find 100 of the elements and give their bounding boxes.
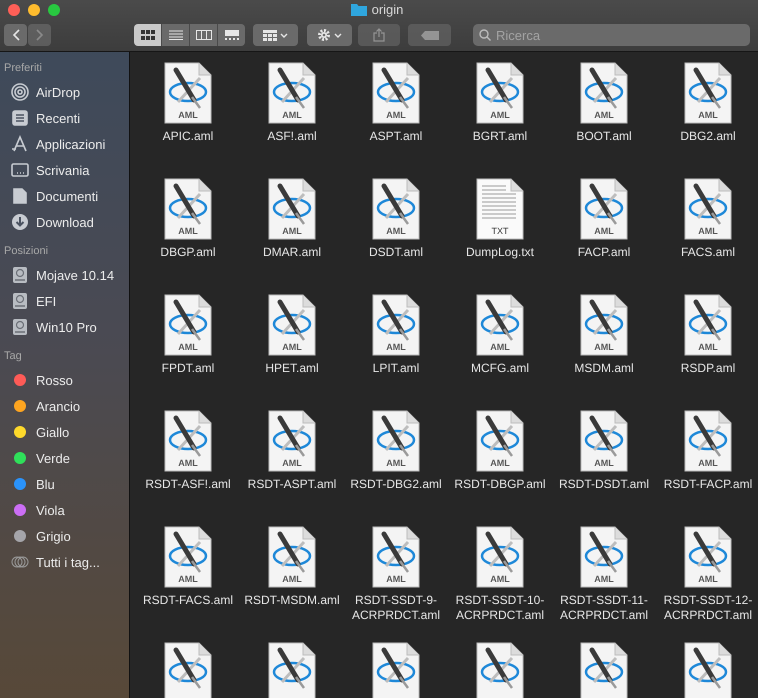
gear-icon <box>317 28 331 42</box>
zoom-button[interactable] <box>48 4 60 16</box>
sidebar-item[interactable]: Download <box>0 209 129 235</box>
aml-file-icon: AML <box>684 526 732 588</box>
grid-icon <box>263 30 277 40</box>
download-icon <box>11 213 29 231</box>
file-name[interactable]: RSDT-DSDT.aml <box>558 477 649 492</box>
file-name[interactable]: RSDT-SSDT-9-ACRPRDCT.aml <box>346 593 446 623</box>
file-name[interactable]: DBGP.aml <box>160 245 216 260</box>
desktop-icon <box>11 161 29 179</box>
sidebar-item[interactable]: Blu <box>0 471 129 497</box>
sidebar-item[interactable]: Scrivania <box>0 157 129 183</box>
applications-icon <box>11 135 29 153</box>
sidebar-item[interactable]: AirDrop <box>0 79 129 105</box>
aml-file-icon: AML <box>372 410 420 472</box>
aml-file-icon: AML <box>164 62 212 124</box>
aml-file-icon: AML <box>268 178 316 240</box>
aml-file-icon <box>684 642 732 698</box>
gallery-icon <box>224 30 240 40</box>
file-name[interactable]: DSDT.aml <box>368 245 423 260</box>
view-mode-button[interactable] <box>190 24 217 46</box>
file-name[interactable]: RSDP.aml <box>680 361 736 376</box>
action-button[interactable] <box>307 24 352 46</box>
sidebar-item[interactable]: Viola <box>0 497 129 523</box>
file-name[interactable]: RSDT-DBG2.aml <box>350 477 442 492</box>
aml-file-icon: AML <box>268 62 316 124</box>
folder-icon <box>350 3 367 16</box>
sidebar-item[interactable]: Grigio <box>0 523 129 549</box>
sidebar-item[interactable]: Verde <box>0 445 129 471</box>
view-mode-button[interactable] <box>134 24 161 46</box>
chevron-right-icon <box>36 29 44 41</box>
sidebar-item[interactable]: Recenti <box>0 105 129 131</box>
sidebar-item[interactable]: Documenti <box>0 183 129 209</box>
file-name[interactable]: FPDT.aml <box>162 361 214 376</box>
sidebar-item[interactable]: EFI <box>0 288 129 314</box>
sidebar-item[interactable]: Mojave 10.14 <box>0 262 129 288</box>
tag-icon <box>420 30 438 40</box>
file-name[interactable]: RSDT-SSDT-12-ACRPRDCT.aml <box>658 593 758 623</box>
search-field[interactable]: Ricerca <box>473 24 750 46</box>
view-mode-button[interactable] <box>218 24 245 46</box>
aml-file-icon: AML <box>372 294 420 356</box>
all-tags-icon <box>11 556 29 568</box>
aml-file-icon: AML <box>580 178 628 240</box>
file-name[interactable]: RSDT-DBGP.aml <box>454 477 546 492</box>
file-name[interactable]: BOOT.aml <box>576 129 632 144</box>
aml-file-icon <box>164 642 212 698</box>
close-button[interactable] <box>8 4 20 16</box>
view-mode-button[interactable] <box>162 24 189 46</box>
document-icon <box>11 187 29 205</box>
file-name[interactable]: RSDT-SSDT-10-ACRPRDCT.aml <box>450 593 550 623</box>
caret-icon <box>334 32 342 38</box>
file-name[interactable]: DumpLog.txt <box>466 245 534 260</box>
aml-file-icon: AML <box>372 62 420 124</box>
file-name[interactable]: DBG2.aml <box>680 129 736 144</box>
columns-icon <box>196 30 212 40</box>
share-button[interactable] <box>358 24 400 46</box>
file-name[interactable]: RSDT-MSDM.aml <box>244 593 340 608</box>
aml-file-icon: AML <box>684 178 732 240</box>
file-name[interactable]: RSDT-FACS.aml <box>142 593 233 608</box>
file-name[interactable]: BGRT.aml <box>472 129 528 144</box>
tag-button[interactable] <box>408 24 451 46</box>
sidebar-item[interactable]: Arancio <box>0 393 129 419</box>
sidebar-item[interactable]: Win10 Pro <box>0 314 129 340</box>
file-name[interactable]: MSDM.aml <box>574 361 634 376</box>
file-name[interactable]: HPET.aml <box>265 361 319 376</box>
aml-file-icon: AML <box>476 410 524 472</box>
sidebar-item[interactable]: Rosso <box>0 367 129 393</box>
text-file-icon: TXT <box>476 178 524 240</box>
file-name[interactable]: DMAR.aml <box>262 245 321 260</box>
file-name[interactable]: FACS.aml <box>680 245 735 260</box>
icon-grid-icon <box>140 30 154 40</box>
file-name[interactable]: FACP.aml <box>578 245 630 260</box>
aml-file-icon <box>372 642 420 698</box>
file-name[interactable]: ASF!.aml <box>267 129 317 144</box>
file-name[interactable]: RSDT-SSDT-11-ACRPRDCT.aml <box>554 593 654 623</box>
aml-file-icon: AML <box>476 62 524 124</box>
file-name[interactable]: LPIT.aml <box>372 361 420 376</box>
aml-file-icon: AML <box>164 526 212 588</box>
group-button[interactable] <box>253 24 298 46</box>
sidebar-item[interactable]: Giallo <box>0 419 129 445</box>
aml-file-icon: AML <box>268 294 316 356</box>
caret-icon <box>280 32 288 38</box>
back-button[interactable] <box>4 24 27 46</box>
aml-file-icon: AML <box>268 410 316 472</box>
clock-tray-icon <box>11 109 29 127</box>
file-name[interactable]: ASPT.aml <box>370 129 422 144</box>
aml-file-icon: AML <box>580 526 628 588</box>
file-name[interactable]: APIC.aml <box>162 129 214 144</box>
airdrop-icon <box>11 83 29 101</box>
file-name[interactable]: RSDT-FACP.aml <box>664 477 752 492</box>
sidebar-item[interactable]: Applicazioni <box>0 131 129 157</box>
minimize-button[interactable] <box>28 4 40 16</box>
file-name[interactable]: MCFG.aml <box>471 361 529 376</box>
search-input[interactable]: Ricerca <box>496 28 744 42</box>
file-name[interactable]: RSDT-ASF!.aml <box>145 477 231 492</box>
sidebar-heading: Preferiti <box>3 61 43 76</box>
sidebar-item[interactable]: Tutti i tag... <box>0 549 129 575</box>
aml-file-icon <box>268 642 316 698</box>
aml-file-icon: AML <box>580 294 628 356</box>
file-name[interactable]: RSDT-ASPT.aml <box>248 477 336 492</box>
